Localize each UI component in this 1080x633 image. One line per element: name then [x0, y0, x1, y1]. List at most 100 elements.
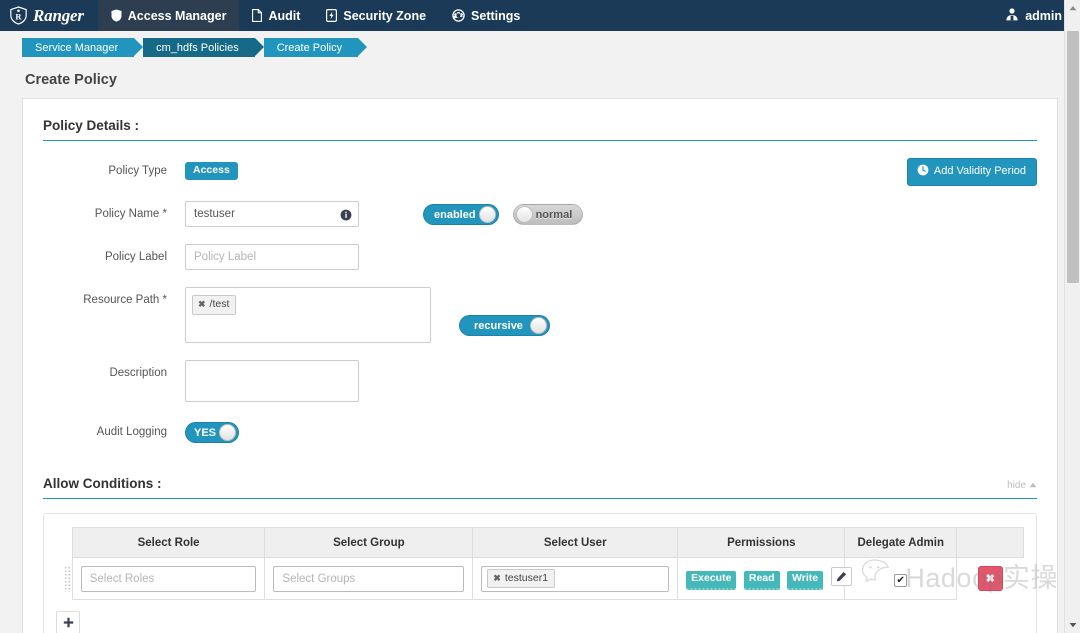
vertical-scrollbar[interactable]: [1064, 0, 1080, 633]
nav-security-zone[interactable]: Security Zone: [313, 0, 439, 31]
col-select-group: Select Group: [264, 527, 474, 558]
plus-icon: [63, 615, 74, 631]
audit-logging-label: Audit Logging: [96, 426, 167, 438]
user-tag-label: testuser1: [504, 571, 549, 584]
table-header-row: Select Role Select Group Select User Per…: [56, 527, 1024, 558]
top-navbar: R Ranger Access Manager Audit Security Z…: [0, 0, 1080, 31]
resource-path-input[interactable]: ✖ /test: [185, 287, 431, 343]
breadcrumb-label: cm_hdfs Policies: [156, 41, 239, 54]
breadcrumb-label: Service Manager: [35, 41, 119, 54]
description-label: Description: [109, 367, 167, 379]
resource-path-tag-label: /test: [209, 298, 230, 311]
policy-priority-label: normal: [535, 208, 573, 221]
audit-logging-value: YES: [194, 426, 217, 439]
select-users-input[interactable]: ✖ testuser1: [481, 565, 670, 592]
allow-conditions-header: Allow Conditions : hide: [43, 476, 1037, 499]
cell-select-role: Select Roles: [71, 557, 266, 600]
user-avatar-icon: [1005, 7, 1019, 24]
toggle-knob: [478, 206, 496, 223]
pencil-icon[interactable]: [830, 567, 852, 587]
breadcrumb-item-create-policy[interactable]: Create Policy: [263, 37, 372, 57]
policy-type-badge[interactable]: Access: [185, 162, 238, 180]
permission-badge-write[interactable]: Write: [787, 571, 824, 590]
nav-label: Audit: [268, 8, 301, 23]
user-name: admin: [1025, 8, 1062, 23]
col-delegate-admin: Delegate Admin: [844, 527, 958, 558]
col-actions: [956, 527, 1024, 558]
row-drag-handle[interactable]: [56, 558, 72, 600]
cell-select-user: ✖ testuser1: [472, 557, 679, 600]
policy-name-label: Policy Name *: [94, 208, 167, 220]
clock-icon: [917, 164, 929, 179]
policy-label-label: Policy Label: [104, 251, 167, 263]
allow-conditions-table-wrap: Select Role Select Group Select User Per…: [43, 513, 1037, 633]
recursive-toggle[interactable]: recursive: [459, 315, 550, 336]
create-policy-panel: Policy Details : Policy Type Access Add …: [22, 98, 1058, 633]
row-policy-name: Policy Name * enabled normal: [23, 201, 1057, 227]
add-condition-row-button[interactable]: [56, 611, 80, 633]
breadcrumb-item-service-manager[interactable]: Service Manager: [22, 37, 148, 57]
add-validity-period-label: Add Validity Period: [933, 165, 1026, 177]
row-policy-label: Policy Label: [23, 244, 1057, 270]
gear-icon: [452, 9, 465, 22]
toggle-knob: [219, 424, 237, 441]
policy-status-toggle[interactable]: enabled: [423, 204, 499, 225]
row-description: Description: [23, 360, 1057, 402]
policy-name-input[interactable]: [185, 201, 359, 227]
scroll-down-arrow[interactable]: [1065, 617, 1080, 633]
close-x-icon[interactable]: ✖: [198, 299, 206, 310]
breadcrumb: Service Manager cm_hdfs Policies Create …: [22, 37, 372, 57]
recursive-label: recursive: [474, 319, 523, 332]
user-tag[interactable]: ✖ testuser1: [487, 568, 556, 589]
nav-label: Access Manager: [127, 8, 227, 23]
permission-badge-read[interactable]: Read: [743, 571, 780, 590]
col-select-role: Select Role: [71, 527, 266, 558]
policy-priority-toggle[interactable]: normal: [512, 204, 584, 225]
nav-access-manager[interactable]: Access Manager: [97, 0, 240, 31]
breadcrumb-bar: Service Manager cm_hdfs Policies Create …: [0, 31, 1080, 64]
delete-row-button[interactable]: ✖: [977, 566, 1003, 592]
audit-logging-toggle[interactable]: YES: [185, 422, 240, 443]
breadcrumb-item-cm-hdfs-policies[interactable]: cm_hdfs Policies: [143, 37, 268, 57]
cell-select-group: Select Groups: [264, 557, 474, 600]
chevron-up-icon: [1029, 480, 1037, 491]
policy-type-label: Policy Type: [108, 165, 167, 177]
cell-delegate-admin: ✔: [844, 557, 958, 600]
toggle-knob: [529, 317, 547, 334]
description-textarea[interactable]: [185, 360, 359, 402]
page-title: Create Policy: [25, 72, 117, 88]
brand-name: Ranger: [33, 5, 84, 25]
nav-settings[interactable]: Settings: [439, 0, 533, 31]
allow-conditions-hide-toggle[interactable]: hide: [1007, 480, 1037, 491]
nav-audit[interactable]: Audit: [239, 0, 313, 31]
policy-status-label: enabled: [434, 208, 476, 221]
policy-details-header: Policy Details :: [43, 118, 1037, 141]
permission-badge-execute[interactable]: Execute: [686, 571, 737, 590]
col-permissions: Permissions: [677, 527, 846, 558]
delegate-admin-checkbox[interactable]: ✔: [894, 574, 908, 587]
close-x-icon: ✖: [985, 573, 995, 586]
info-icon[interactable]: [340, 208, 352, 221]
nav-label: Settings: [471, 8, 521, 23]
scroll-up-arrow[interactable]: [1065, 0, 1080, 16]
drag-handle-icon: [64, 565, 71, 592]
zone-bolt-icon: [326, 9, 338, 22]
row-resource-path: Resource Path * ✖ /test recursive: [23, 287, 1057, 343]
cell-permissions: Execute Read Write: [677, 557, 852, 600]
close-x-icon[interactable]: ✖: [493, 573, 501, 584]
policy-details-title: Policy Details :: [43, 118, 140, 133]
svg-text:R: R: [15, 12, 22, 22]
resource-path-tag[interactable]: ✖ /test: [192, 295, 237, 315]
shield-icon: [111, 9, 122, 22]
hide-label: hide: [1007, 480, 1026, 491]
add-validity-period-button[interactable]: Add Validity Period: [906, 158, 1037, 186]
scrollbar-thumb[interactable]: [1067, 31, 1079, 283]
allow-conditions-table: Select Role Select Group Select User Per…: [56, 527, 1024, 600]
file-icon: [252, 9, 263, 22]
nav-label: Security Zone: [343, 8, 427, 23]
cell-actions: ✖: [956, 557, 1024, 600]
policy-label-input[interactable]: [185, 244, 359, 270]
select-groups-input[interactable]: Select Groups: [273, 565, 465, 592]
select-roles-input[interactable]: Select Roles: [80, 565, 257, 592]
brand-logo[interactable]: R Ranger: [0, 0, 98, 31]
